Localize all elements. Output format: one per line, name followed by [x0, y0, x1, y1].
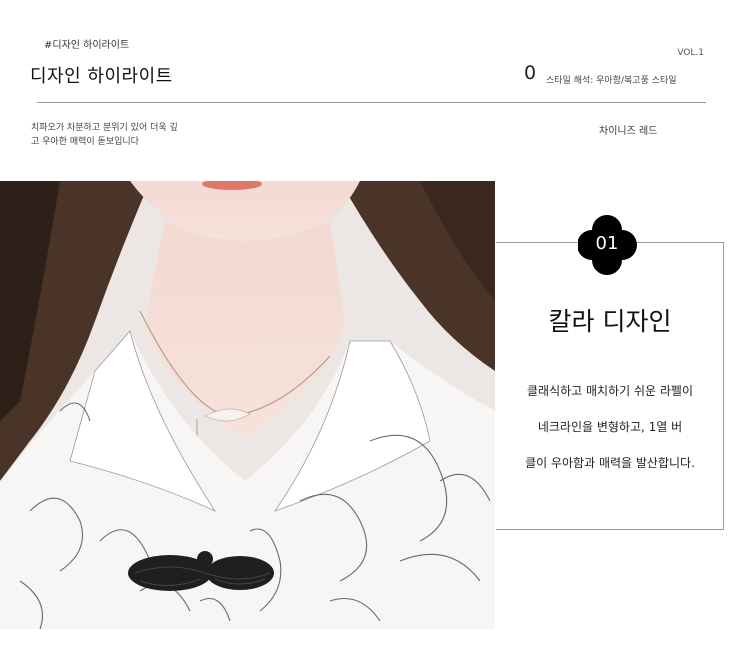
section-tag: #디자인 하이라이트: [44, 40, 130, 51]
volume-label: VOL.1: [677, 48, 704, 58]
intro-line-1: 치파오가 차분하고 분위기 있어 더욱 깊: [31, 123, 178, 133]
color-note: 차이니즈 레드: [599, 126, 658, 137]
section-index: 0: [524, 62, 537, 84]
feature-line-1: 클래식하고 매치하기 쉬운 라펠이: [526, 384, 693, 398]
feature-number: 01: [595, 233, 619, 254]
page-title: 디자인 하이라이트: [30, 66, 173, 87]
style-note: 스타일 해석: 우아함/복고풍 스타일: [546, 76, 677, 86]
feature-line-2: 네크라인을 변형하고, 1열 버: [537, 420, 683, 434]
feature-line-3: 클이 우아함과 매력을 발산합니다.: [525, 456, 695, 470]
intro-line-2: 고 우아한 매력이 돋보입니다: [31, 137, 139, 147]
product-photo: [0, 181, 495, 629]
feature-title: 칼라 디자인: [548, 307, 672, 336]
divider: [37, 102, 706, 103]
intro-text: 치파오가 차분하고 분위기 있어 더욱 깊 고 우아한 매력이 돋보입니다: [31, 121, 231, 149]
